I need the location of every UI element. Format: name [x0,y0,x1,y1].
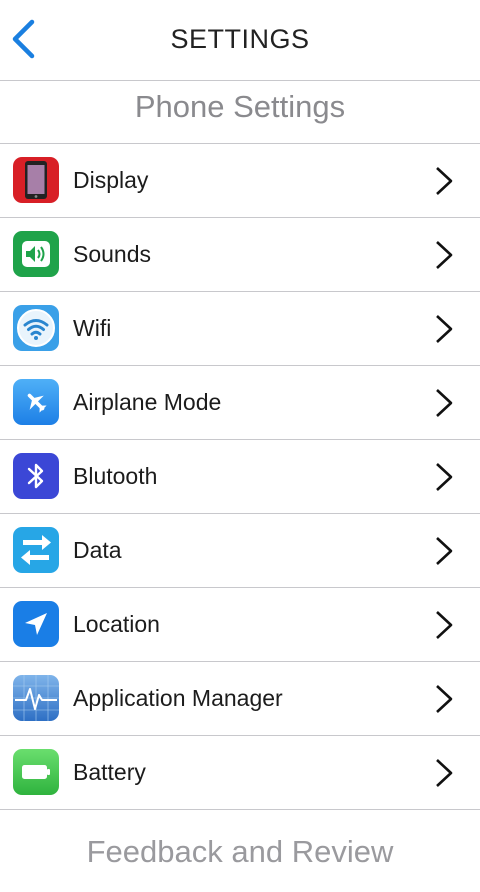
settings-item-application-manager[interactable]: Application Manager [0,662,480,736]
chevron-right-icon [436,167,453,195]
chevron-right-icon [436,315,453,343]
settings-item-sounds[interactable]: Sounds [0,218,480,292]
bluetooth-icon [13,453,59,499]
settings-list: Display Sounds Wifi Airplane Mode Blutoo… [0,144,480,810]
chevron-right-icon [436,759,453,787]
data-transfer-icon [13,527,59,573]
settings-item-blutooth[interactable]: Blutooth [0,440,480,514]
settings-item-label: Battery [73,759,146,785]
chevron-right-icon [436,463,453,491]
settings-item-label: Airplane Mode [73,389,222,415]
wifi-icon [13,305,59,351]
battery-icon [13,749,59,795]
settings-item-wifi[interactable]: Wifi [0,292,480,366]
chevron-right-icon [436,389,453,417]
speaker-icon [13,231,59,277]
settings-item-display[interactable]: Display [0,144,480,218]
chevron-right-icon [436,241,453,269]
settings-item-label: Wifi [73,315,112,341]
settings-item-label: Application Manager [73,685,283,711]
section-header-feedback-and-review: Feedback and Review [86,834,394,869]
page-title: SETTINGS [170,24,310,54]
activity-monitor-icon [13,675,59,721]
location-arrow-icon [13,601,59,647]
settings-item-label: Location [73,611,160,637]
settings-item-label: Data [73,537,122,563]
chevron-right-icon [436,685,453,713]
settings-item-label: Sounds [73,241,152,267]
phone-display-icon [13,157,59,203]
settings-item-data[interactable]: Data [0,514,480,588]
chevron-right-icon [436,537,453,565]
settings-item-location[interactable]: Location [0,588,480,662]
airplane-icon [13,379,59,425]
navigation-bar: SETTINGS [0,0,480,81]
chevron-right-icon [436,611,453,639]
settings-item-airplane-mode[interactable]: Airplane Mode [0,366,480,440]
section-header-phone-settings: Phone Settings [0,81,480,144]
settings-item-battery[interactable]: Battery [0,736,480,810]
settings-item-label: Display [73,167,149,193]
settings-item-label: Blutooth [73,463,158,489]
